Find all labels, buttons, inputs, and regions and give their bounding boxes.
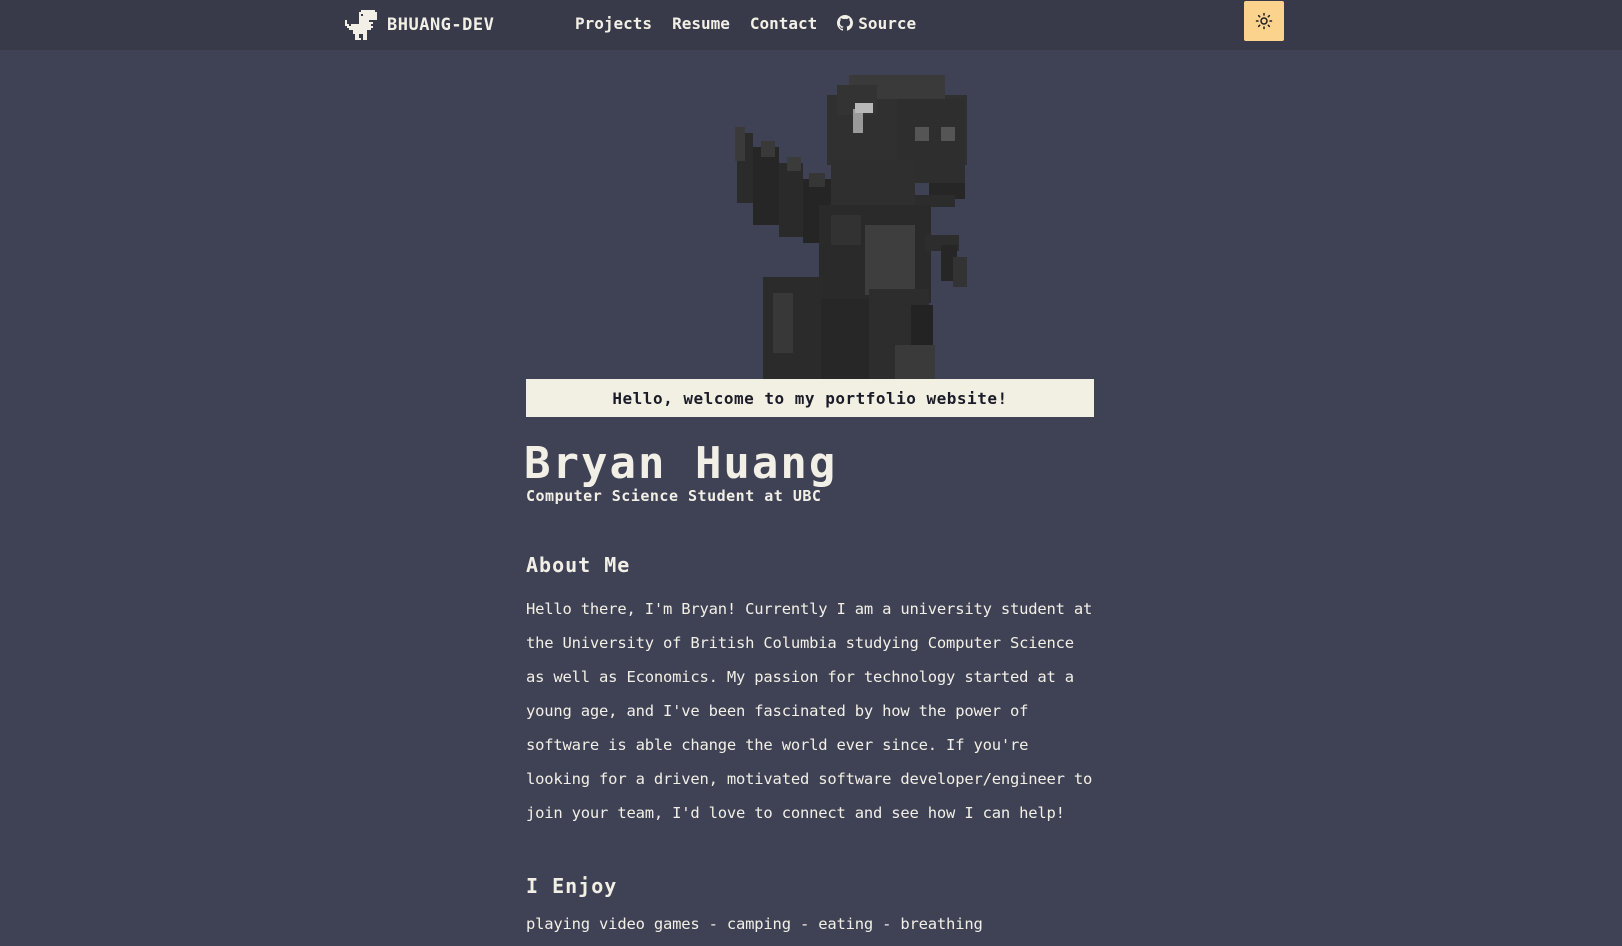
github-icon [837,15,854,31]
pixel-dinosaur-image [735,75,967,379]
brand-name: BHUANG-DEV [387,15,495,35]
nav-link-contact[interactable]: Contact [750,14,817,33]
nav-link-label: Source [858,13,917,33]
profile-name: Bryan Huang [524,438,838,489]
about-text: Hello there, I'm Bryan! Currently I am a… [526,600,1093,822]
welcome-text: Hello, welcome to my portfolio website! [612,388,1008,408]
profile-subtitle: Computer Science Student at UBC [526,487,822,505]
nav-link-label: Projects [575,13,653,33]
about-heading: About Me [526,553,631,577]
navbar: BHUANG-DEV Projects Resume Contact Sourc… [0,0,1622,50]
dino-logo-icon [345,10,377,40]
nav-link-resume[interactable]: Resume [672,14,730,33]
nav-link-label: Resume [672,13,730,33]
brand-link[interactable]: BHUANG-DEV [345,6,494,44]
sun-icon [1255,12,1273,30]
theme-toggle-button[interactable] [1244,1,1284,41]
enjoy-text: playing video games - camping - eating -… [526,915,983,933]
nav-link-source[interactable]: Source [837,14,916,33]
nav-link-label: Contact [749,13,818,33]
nav-link-projects[interactable]: Projects [575,14,652,33]
enjoy-heading: I Enjoy [526,874,618,898]
navbar-inner: BHUANG-DEV Projects Resume Contact Sourc… [345,0,1285,50]
nav-links: Projects Resume Contact Source [575,0,916,46]
welcome-banner: Hello, welcome to my portfolio website! [526,379,1094,417]
